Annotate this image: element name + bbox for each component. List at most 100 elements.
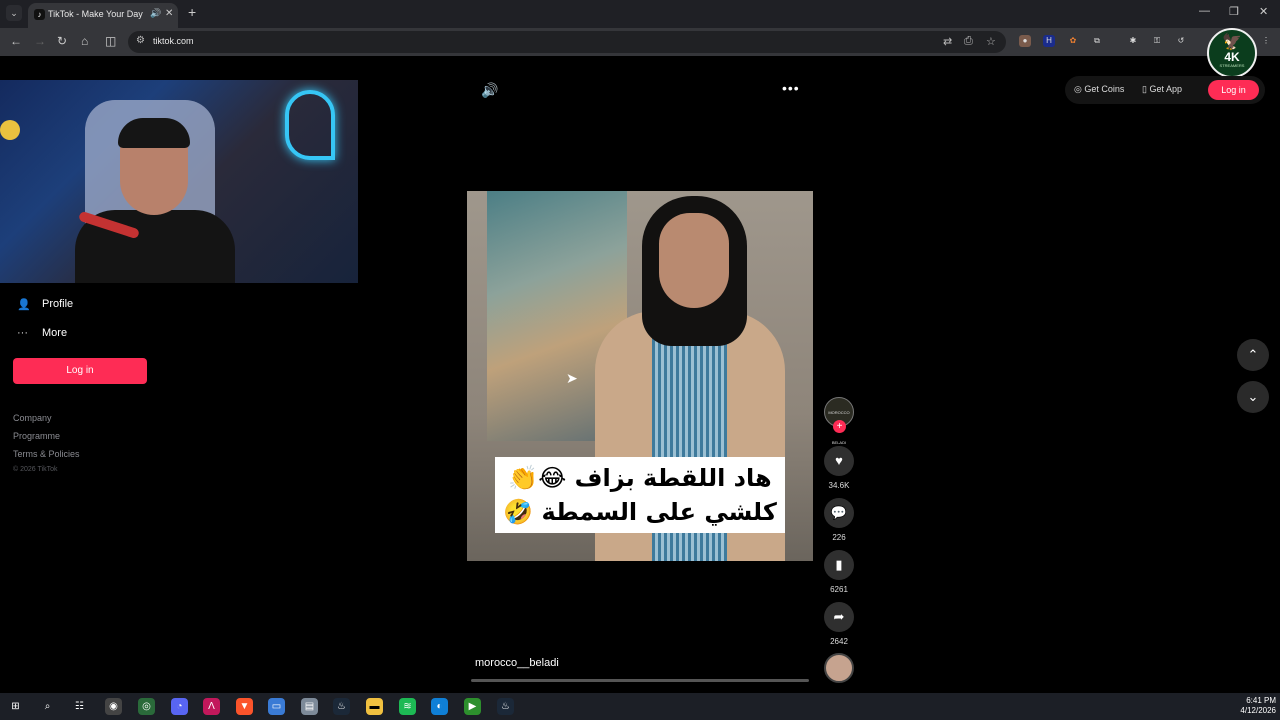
mouse-cursor-icon: ➤	[566, 370, 578, 386]
save-count: 6261	[830, 585, 848, 594]
sidebar-item-more[interactable]: ··· More	[17, 327, 67, 339]
sidebar-item-label: Profile	[42, 298, 74, 310]
video-username[interactable]: morocco__beladi	[475, 657, 559, 669]
app-window-icon[interactable]: ▭	[268, 698, 285, 715]
extension-bug-icon[interactable]: ✱	[1127, 35, 1139, 47]
sidebar-item-profile[interactable]: 👤 Profile	[17, 298, 73, 311]
extension-h-icon[interactable]: H	[1043, 35, 1055, 47]
get-app-button[interactable]: ▯ Get App	[1142, 84, 1182, 95]
video-caption: هاد اللقطة بزاف 😂👏 كلشي على السمطة 🤣	[495, 457, 785, 533]
next-video-button[interactable]: ⌄	[1237, 381, 1269, 413]
tab-audio-icon[interactable]: 🔊	[150, 8, 161, 19]
extension-cookie-icon[interactable]: ✿	[1067, 35, 1079, 47]
discord-icon[interactable]: ◔	[171, 698, 188, 715]
steam-2-icon[interactable]: ♨	[497, 698, 514, 715]
url-text[interactable]: tiktok.com	[153, 36, 194, 46]
steam-icon[interactable]: ♨	[333, 698, 350, 715]
translate-icon[interactable]: ⇄	[943, 35, 952, 48]
browser-tab-tiktok[interactable]: ♪ TikTok - Make Your Day 🔊 ✕	[28, 3, 178, 28]
chevron-down-icon: ⌄	[1247, 389, 1259, 404]
footer-link-company[interactable]: Company	[13, 413, 52, 423]
screen: ⌄ ♪ TikTok - Make Your Day 🔊 ✕ + — ❐ ✕ ←…	[0, 0, 1280, 720]
brave-icon[interactable]: ▼	[236, 698, 253, 715]
share-arrow-icon: ➦	[833, 609, 845, 624]
share-count: 2642	[830, 637, 848, 646]
password-key-icon[interactable]: ⚿	[1151, 35, 1163, 47]
obs-icon[interactable]: ◉	[105, 698, 122, 715]
neon-light	[285, 90, 335, 160]
app-a-icon[interactable]: Λ	[203, 698, 220, 715]
chrome-icon[interactable]: ◎	[138, 698, 155, 715]
phone-icon: ▯	[1142, 84, 1147, 94]
edge-icon[interactable]: ◐	[431, 698, 448, 715]
history-icon[interactable]: ↺	[1175, 35, 1187, 47]
clock-date: 4/12/2026	[1240, 706, 1276, 715]
footer-link-programme[interactable]: Programme	[13, 431, 60, 441]
video-player[interactable]: هاد اللقطة بزاف 😂👏 كلشي على السمطة 🤣	[467, 191, 813, 561]
save-button[interactable]: ▮	[824, 550, 854, 580]
taskbar-search-icon[interactable]: ⌕	[39, 698, 56, 715]
heart-icon: ♥	[835, 453, 843, 468]
volume-icon[interactable]: 🔊	[481, 82, 498, 99]
browser-menu-icon[interactable]: ⋮	[1260, 35, 1272, 47]
new-tab-icon[interactable]: +	[188, 4, 196, 20]
bookmark-icon: ▮	[835, 557, 843, 572]
woman-face	[659, 213, 729, 308]
extensions-puzzle-icon[interactable]: ⧉	[1091, 35, 1103, 47]
get-coins-label: Get Coins	[1084, 84, 1125, 94]
windows-taskbar: ⊞ ⌕ ☷ ◉ ◎ ◔ Λ ▼ ▭ ▤ ♨ ▬ ≋ ◐ ▶ ♨ 6:41 PM …	[0, 693, 1280, 720]
header-login-button[interactable]: Log in	[1208, 80, 1259, 100]
extension-avatar-icon[interactable]: ●	[1019, 35, 1031, 47]
caption-line-1: هاد اللقطة بزاف 😂👏	[508, 464, 772, 492]
spotify-icon[interactable]: ≋	[399, 698, 416, 715]
channel-logo-subtext: STREAMERS	[1219, 63, 1245, 68]
footer-link-terms[interactable]: Terms & Policies	[13, 449, 80, 459]
address-bar[interactable]: ⚙ tiktok.com ⇄ ⎙ ☆	[128, 31, 1006, 53]
get-coins-button[interactable]: ◎ Get Coins	[1074, 84, 1124, 95]
reload-icon[interactable]: ↻	[57, 34, 67, 48]
video-progress-bar[interactable]	[471, 679, 809, 682]
chevron-up-icon: ⌃	[1247, 347, 1259, 362]
caption-line-2: كلشي على السمطة 🤣	[503, 498, 777, 526]
sidebar-login-button[interactable]: Log in	[13, 358, 147, 384]
tab-search-icon[interactable]: ⌄	[6, 5, 22, 21]
app-files-icon[interactable]: ▤	[301, 698, 318, 715]
bookmark-star-icon[interactable]: ☆	[986, 35, 996, 48]
comment-icon: 💬	[830, 505, 848, 520]
minimize-icon[interactable]: —	[1199, 5, 1210, 17]
like-button[interactable]: ♥	[824, 446, 854, 476]
site-info-icon[interactable]: ⚙	[136, 35, 145, 46]
split-view-icon[interactable]: ◫	[105, 34, 116, 48]
task-view-icon[interactable]: ☷	[71, 698, 88, 715]
app-media-icon[interactable]: ▶	[464, 698, 481, 715]
wall-decoration	[0, 120, 20, 140]
tab-close-icon[interactable]: ✕	[165, 8, 173, 19]
taskbar-clock[interactable]: 6:41 PM 4/12/2026	[1226, 696, 1276, 716]
home-icon[interactable]: ⌂	[81, 34, 88, 48]
channel-logo: 🦅 4K STREAMERS	[1207, 28, 1257, 78]
music-disc-avatar[interactable]	[824, 653, 854, 683]
restore-icon[interactable]: ❐	[1229, 5, 1239, 18]
ellipsis-icon: ···	[17, 327, 28, 339]
start-windows-icon[interactable]: ⊞	[7, 698, 24, 715]
comment-button[interactable]: 💬	[824, 498, 854, 528]
like-count: 34.6K	[828, 481, 850, 490]
tab-title: TikTok - Make Your Day	[48, 9, 143, 19]
browser-toolbar: ← → ↻ ⌂ ◫ ⚙ tiktok.com ⇄ ⎙ ☆ ● H ✿ ⧉ ✱ ⚿…	[0, 28, 1280, 56]
window-close-icon[interactable]: ✕	[1259, 5, 1268, 18]
streamer-headset	[118, 118, 190, 148]
sidebar-item-label: More	[42, 327, 68, 339]
forward-icon[interactable]: →	[34, 34, 46, 48]
share-button[interactable]: ➦	[824, 602, 854, 632]
follow-plus-icon[interactable]: +	[833, 420, 846, 433]
back-icon[interactable]: ←	[10, 34, 22, 48]
file-explorer-icon[interactable]: ▬	[366, 698, 383, 715]
browser-tab-bar: ⌄ ♪ TikTok - Make Your Day 🔊 ✕ + — ❐ ✕	[0, 0, 1280, 28]
copyright-text: © 2026 TikTok	[13, 466, 58, 473]
person-icon: 👤	[17, 299, 31, 311]
previous-video-button[interactable]: ⌃	[1237, 339, 1269, 371]
get-app-label: Get App	[1149, 84, 1182, 94]
install-app-icon[interactable]: ⎙	[964, 35, 973, 48]
video-more-icon[interactable]: •••	[782, 80, 800, 96]
tiktok-favicon-icon: ♪	[34, 9, 45, 20]
